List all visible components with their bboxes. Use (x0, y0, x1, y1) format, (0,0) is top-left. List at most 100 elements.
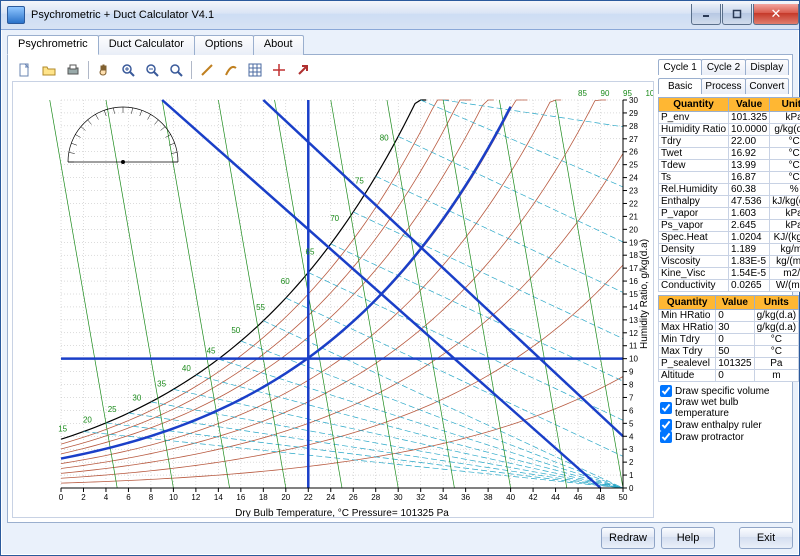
help-button[interactable]: Help (661, 527, 715, 549)
svg-text:80: 80 (380, 134, 389, 143)
svg-text:27: 27 (629, 135, 638, 144)
redraw-button[interactable]: Redraw (601, 527, 655, 549)
table-row[interactable]: Spec.Heat1.0204KJ/(kg.K) (659, 232, 800, 244)
svg-text:32: 32 (416, 493, 425, 502)
svg-text:4: 4 (629, 432, 634, 441)
table-row[interactable]: Twet16.92°C (659, 148, 800, 160)
svg-text:18: 18 (259, 493, 268, 502)
check-draw-specific-volume[interactable]: Draw specific volume (658, 385, 788, 397)
table-row[interactable]: Max HRatio30g/kg(d.a) (659, 322, 799, 334)
svg-text:85: 85 (578, 89, 587, 98)
svg-text:65: 65 (306, 248, 315, 257)
crosshair-icon[interactable] (268, 59, 290, 81)
svg-text:42: 42 (529, 493, 538, 502)
table-row[interactable]: Tdew13.99°C (659, 160, 800, 172)
zoom-in-icon[interactable] (117, 59, 139, 81)
svg-text:40: 40 (182, 364, 191, 373)
svg-text:1: 1 (629, 471, 634, 480)
side-tab-convert[interactable]: Convert (745, 78, 789, 94)
properties-table[interactable]: QuantityValueUnitsP_env101.325kPaHumidit… (658, 97, 800, 292)
zoom-out-icon[interactable] (141, 59, 163, 81)
svg-text:95: 95 (623, 89, 632, 98)
side-tab-display[interactable]: Display (745, 59, 789, 75)
svg-text:10: 10 (169, 493, 178, 502)
svg-text:70: 70 (330, 214, 339, 223)
table-row[interactable]: Min Tdry0°C (659, 334, 799, 346)
table-row[interactable]: Rel.Humidity60.38% (659, 184, 800, 196)
svg-text:2: 2 (81, 493, 86, 502)
table-row[interactable]: Conductivity0.0265W/(m.K) (659, 280, 800, 292)
table-row[interactable]: Ps_vapor2.645kPa (659, 220, 800, 232)
table-row[interactable]: P_sealevel101325Pa (659, 358, 799, 370)
svg-text:20: 20 (83, 416, 92, 425)
side-tab-cycle2[interactable]: Cycle 2 (701, 59, 745, 75)
main-tabstrip: Psychrometric Duct Calculator Options Ab… (7, 34, 793, 54)
side-tab-process[interactable]: Process (701, 78, 745, 94)
draw-line-icon[interactable] (196, 59, 218, 81)
svg-text:15: 15 (58, 425, 67, 434)
svg-text:100: 100 (645, 89, 653, 98)
table-row[interactable]: Ts16.87°C (659, 172, 800, 184)
svg-text:29: 29 (629, 109, 638, 118)
table-row[interactable]: Altitude0m (659, 370, 799, 382)
svg-text:35: 35 (157, 380, 166, 389)
minimize-button[interactable] (691, 4, 721, 25)
limits-table[interactable]: QuantityValueUnitsMin HRatio0g/kg(d.a)Ma… (658, 295, 799, 382)
table-row[interactable]: Min HRatio0g/kg(d.a) (659, 310, 799, 322)
svg-text:8: 8 (629, 381, 634, 390)
check-draw-enthalpy-ruler[interactable]: Draw enthalpy ruler (658, 419, 788, 431)
col-header: Quantity (659, 296, 716, 310)
svg-text:14: 14 (629, 303, 638, 312)
close-button[interactable]: ✕ (753, 4, 799, 25)
new-icon[interactable] (14, 59, 36, 81)
maximize-button[interactable] (722, 4, 752, 25)
col-header: Value (729, 98, 770, 112)
print-icon[interactable] (62, 59, 84, 81)
check-draw-wet-bulb-temperature[interactable]: Draw wet bulb temperature (658, 397, 788, 419)
check-draw-protractor[interactable]: Draw protractor (658, 431, 788, 443)
svg-text:48: 48 (596, 493, 605, 502)
col-header: Units (754, 296, 798, 310)
exit-button[interactable]: Exit (739, 527, 793, 549)
checkbox[interactable] (660, 402, 672, 414)
side-tab-basic[interactable]: Basic (658, 78, 702, 94)
svg-text:40: 40 (506, 493, 515, 502)
svg-text:28: 28 (371, 493, 380, 502)
svg-text:90: 90 (601, 89, 610, 98)
tab-options[interactable]: Options (194, 35, 254, 55)
window-title: Psychrometric + Duct Calculator V4.1 (31, 9, 690, 21)
checkbox[interactable] (660, 385, 672, 397)
psychrometric-chart[interactable]: 0246810121416182022242628303234363840424… (12, 81, 654, 518)
svg-text:50: 50 (619, 493, 628, 502)
titlebar[interactable]: Psychrometric + Duct Calculator V4.1 ✕ (1, 1, 799, 30)
chart-toolbar (12, 59, 654, 81)
svg-text:50: 50 (231, 326, 240, 335)
svg-text:Dry Bulb Temperature, °C Pr: Dry Bulb Temperature, °C Pressure= 10132… (235, 508, 449, 518)
table-row[interactable]: Kine_Visc1.54E-5m2/s (659, 268, 800, 280)
svg-text:45: 45 (207, 346, 216, 355)
table-row[interactable]: P_vapor1.603kPa (659, 208, 800, 220)
table-row[interactable]: Tdry22.00°C (659, 136, 800, 148)
open-icon[interactable] (38, 59, 60, 81)
table-row[interactable]: Density1.189kg/m3 (659, 244, 800, 256)
side-tab-cycle1[interactable]: Cycle 1 (658, 59, 702, 75)
table-row[interactable]: Enthalpy47.536kJ/kg(d.a) (659, 196, 800, 208)
table-row[interactable]: Viscosity1.83E-5kg/(m.s) (659, 256, 800, 268)
draw-curve-icon[interactable] (220, 59, 242, 81)
grid-icon[interactable] (244, 59, 266, 81)
tab-about[interactable]: About (253, 35, 304, 55)
svg-text:17: 17 (629, 264, 638, 273)
col-header: Units (770, 98, 800, 112)
checkbox[interactable] (660, 419, 672, 431)
svg-text:15: 15 (629, 290, 638, 299)
zoom-reset-icon[interactable] (165, 59, 187, 81)
checkbox[interactable] (660, 431, 672, 443)
table-row[interactable]: Max Tdry50°C (659, 346, 799, 358)
table-row[interactable]: P_env101.325kPa (659, 112, 800, 124)
app-window: Psychrometric + Duct Calculator V4.1 ✕ P… (0, 0, 800, 556)
tab-duct-calculator[interactable]: Duct Calculator (98, 35, 195, 55)
arrow-ne-icon[interactable] (292, 59, 314, 81)
tab-psychrometric[interactable]: Psychrometric (7, 35, 99, 55)
hand-icon[interactable] (93, 59, 115, 81)
table-row[interactable]: Humidity Ratio10.0000g/kg(d.a) (659, 124, 800, 136)
